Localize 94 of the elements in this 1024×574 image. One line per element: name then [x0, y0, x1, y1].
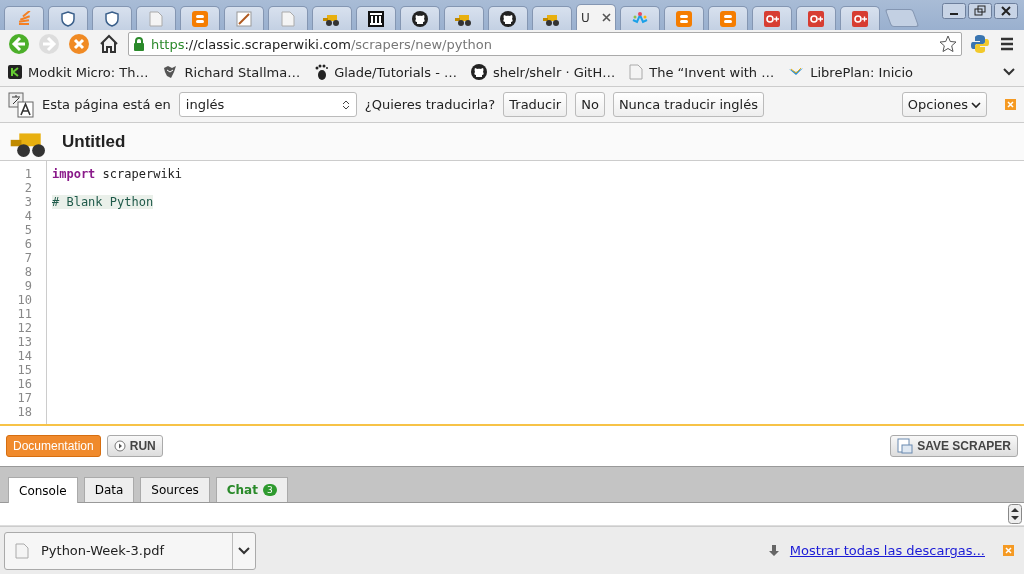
- browser-tab[interactable]: [356, 6, 396, 30]
- stack-icon: [16, 10, 32, 27]
- line-number: 14: [16, 349, 32, 363]
- line-number: 8: [23, 265, 32, 279]
- github-icon: [500, 10, 516, 27]
- blogger-icon: [720, 10, 736, 27]
- browser-tab[interactable]: [488, 6, 528, 30]
- translate-question: ¿Quieres traducirla?: [364, 97, 496, 112]
- download-arrow-icon: [767, 544, 780, 557]
- bookmark[interactable]: LibrePlan: Inicio: [788, 64, 913, 80]
- restore-icon[interactable]: [968, 3, 992, 19]
- footprint-icon: [314, 64, 329, 80]
- bookmark[interactable]: Glade/Tutorials - …: [314, 64, 457, 80]
- browser-tab[interactable]: [444, 6, 484, 30]
- browser-tab[interactable]: [532, 6, 572, 30]
- options-button[interactable]: Opciones: [901, 92, 987, 117]
- page-icon: [281, 10, 295, 27]
- play-icon: [113, 440, 126, 452]
- chat-count-badge: 3: [262, 484, 277, 496]
- python-icon[interactable]: [970, 34, 990, 54]
- code-editor[interactable]: 1 2 3 4 5 6 7 8 9 10 11 12 13 14 15 16 17 18 import scraperwiki # Blank Python: [0, 161, 1024, 426]
- blogger-icon: [192, 10, 208, 27]
- chevron-down-icon[interactable]: [1002, 67, 1016, 77]
- line-number: 1: [23, 167, 32, 181]
- google-plus-icon: [808, 10, 824, 27]
- translate-button[interactable]: Traducir: [503, 92, 568, 117]
- panel-tab[interactable]: Data: [83, 477, 135, 502]
- page-icon: [629, 64, 644, 80]
- address-field[interactable]: https://classic.scraperwiki.com/scrapers/new/python: [128, 32, 962, 56]
- github-icon: [412, 10, 428, 27]
- line-number: 13: [16, 335, 32, 349]
- browser-tab[interactable]: [400, 6, 440, 30]
- up-down-icon: [341, 98, 350, 111]
- translate-icon: [8, 91, 34, 118]
- chevron-down-icon: [971, 100, 981, 109]
- download-item[interactable]: Python-Week-3.pdf: [4, 531, 256, 570]
- line-number: 16: [16, 377, 32, 391]
- shield-icon: [104, 10, 120, 27]
- browser-tab[interactable]: U: [576, 4, 616, 30]
- line-number: 6: [23, 237, 32, 251]
- line-number: 18: [16, 405, 32, 419]
- close-icon[interactable]: [601, 13, 611, 22]
- k-icon: [8, 65, 22, 79]
- translate-button[interactable]: No: [575, 92, 605, 117]
- bookmark[interactable]: The “Invent with …: [629, 64, 775, 80]
- line-number: 12: [16, 321, 32, 335]
- bookmark[interactable]: Modkit Micro: Th…: [8, 64, 149, 80]
- line-number: 15: [16, 363, 32, 377]
- line-number: 7: [23, 251, 32, 265]
- line-number: 4: [23, 209, 32, 223]
- panel-tab[interactable]: Sources: [140, 477, 210, 502]
- translate-button[interactable]: Nunca traducir inglés: [612, 92, 764, 117]
- home-icon[interactable]: [98, 33, 120, 55]
- line-number: 2: [23, 181, 32, 195]
- language-dropdown[interactable]: inglés: [178, 92, 357, 117]
- panel-tab[interactable]: Chat 3: [215, 477, 288, 502]
- browser-tab[interactable]: [312, 6, 352, 30]
- bird-icon: [788, 66, 805, 78]
- browser-tab[interactable]: [48, 6, 88, 30]
- scroll-arrows-icon[interactable]: [1008, 504, 1022, 524]
- browser-tab[interactable]: [92, 6, 132, 30]
- tab-title: U: [581, 10, 590, 25]
- google-plus-icon: [764, 10, 780, 27]
- pencil-icon: [236, 10, 252, 27]
- blogger-icon: [676, 10, 692, 27]
- bookmark[interactable]: shelr/shelr · GitH…: [470, 64, 616, 80]
- page-icon: [149, 10, 163, 27]
- panel-tab[interactable]: Console: [8, 477, 78, 503]
- line-number: 10: [16, 293, 32, 307]
- menu-icon[interactable]: [998, 36, 1016, 52]
- line-number: 11: [16, 307, 32, 321]
- chevron-down-icon[interactable]: [238, 546, 250, 555]
- star-icon[interactable]: [939, 35, 957, 53]
- shield-icon: [60, 10, 76, 27]
- bookmark[interactable]: Richard Stallma…: [162, 64, 301, 80]
- translate-message: Esta página está en: [42, 97, 171, 112]
- line-number: 5: [23, 223, 32, 237]
- columns-icon: [368, 10, 384, 27]
- line-number: 17: [16, 391, 32, 405]
- run-button[interactable]: RUN: [106, 435, 163, 457]
- file-icon: [15, 542, 29, 559]
- github-icon: [470, 64, 487, 80]
- show-all-downloads-link[interactable]: Mostrar todas las descargas...: [789, 543, 985, 558]
- line-number: 3: [23, 195, 32, 209]
- save-button[interactable]: SAVE SCRAPER: [890, 435, 1018, 457]
- save-icon: [897, 438, 914, 454]
- line-number: 9: [23, 279, 32, 293]
- code-line: import scraperwiki: [52, 167, 183, 181]
- back-icon[interactable]: [8, 33, 30, 55]
- scraper-title: Untitled: [62, 131, 126, 152]
- lock-icon: [133, 37, 145, 51]
- minimize-icon[interactable]: [942, 3, 966, 19]
- google-plus-icon: [852, 10, 868, 27]
- close-icon[interactable]: [994, 3, 1018, 19]
